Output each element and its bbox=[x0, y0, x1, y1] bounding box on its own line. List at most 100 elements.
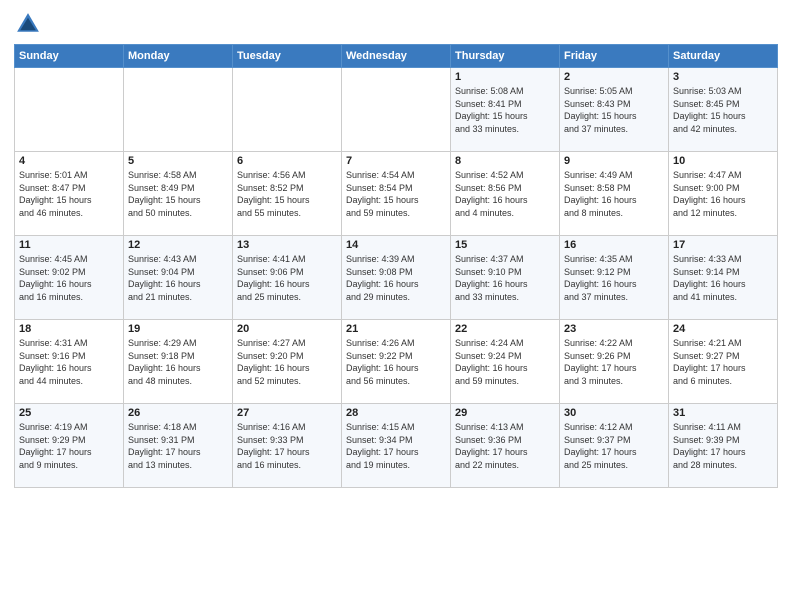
day-number: 19 bbox=[128, 323, 228, 335]
day-number: 7 bbox=[346, 155, 446, 167]
day-info: Sunrise: 4:45 AM Sunset: 9:02 PM Dayligh… bbox=[19, 253, 119, 303]
day-cell bbox=[124, 68, 233, 152]
day-cell: 7 Sunrise: 4:54 AM Sunset: 8:54 PM Daylig… bbox=[342, 152, 451, 236]
day-number: 15 bbox=[455, 239, 555, 251]
day-number: 30 bbox=[564, 407, 664, 419]
day-info: Sunrise: 4:49 AM Sunset: 8:58 PM Dayligh… bbox=[564, 169, 664, 219]
day-cell: 31Sunrise: 4:11 AM Sunset: 9:39 PM Dayli… bbox=[669, 404, 778, 488]
day-cell: 8 Sunrise: 4:52 AM Sunset: 8:56 PM Daylig… bbox=[451, 152, 560, 236]
day-info: Sunrise: 4:27 AM Sunset: 9:20 PM Dayligh… bbox=[237, 337, 337, 387]
day-cell: 18 Sunrise: 4:31 AM Sunset: 9:16 PM Dayli… bbox=[15, 320, 124, 404]
day-info: Sunrise: 4:35 AM Sunset: 9:12 PM Dayligh… bbox=[564, 253, 664, 303]
week-row-5: 25Sunrise: 4:19 AM Sunset: 9:29 PM Dayli… bbox=[15, 404, 778, 488]
day-info: Sunrise: 4:16 AM Sunset: 9:33 PM Dayligh… bbox=[237, 421, 337, 471]
week-row-3: 11 Sunrise: 4:45 AM Sunset: 9:02 PM Dayli… bbox=[15, 236, 778, 320]
day-cell: 5Sunrise: 4:58 AM Sunset: 8:49 PM Daylig… bbox=[124, 152, 233, 236]
day-cell: 25Sunrise: 4:19 AM Sunset: 9:29 PM Dayli… bbox=[15, 404, 124, 488]
day-number: 11 bbox=[19, 239, 119, 251]
day-info: Sunrise: 4:37 AM Sunset: 9:10 PM Dayligh… bbox=[455, 253, 555, 303]
day-number: 3 bbox=[673, 71, 773, 83]
day-number: 14 bbox=[346, 239, 446, 251]
day-cell: 12Sunrise: 4:43 AM Sunset: 9:04 PM Dayli… bbox=[124, 236, 233, 320]
day-info: Sunrise: 4:41 AM Sunset: 9:06 PM Dayligh… bbox=[237, 253, 337, 303]
day-info: Sunrise: 4:12 AM Sunset: 9:37 PM Dayligh… bbox=[564, 421, 664, 471]
week-row-4: 18 Sunrise: 4:31 AM Sunset: 9:16 PM Dayli… bbox=[15, 320, 778, 404]
weekday-header-sunday: Sunday bbox=[15, 45, 124, 68]
page: SundayMondayTuesdayWednesdayThursdayFrid… bbox=[0, 0, 792, 612]
day-number: 22 bbox=[455, 323, 555, 335]
weekday-header-tuesday: Tuesday bbox=[233, 45, 342, 68]
day-cell: 10 Sunrise: 4:47 AM Sunset: 9:00 PM Dayli… bbox=[669, 152, 778, 236]
day-number: 27 bbox=[237, 407, 337, 419]
day-info: Sunrise: 4:15 AM Sunset: 9:34 PM Dayligh… bbox=[346, 421, 446, 471]
day-number: 23 bbox=[564, 323, 664, 335]
day-number: 8 bbox=[455, 155, 555, 167]
day-info: Sunrise: 4:22 AM Sunset: 9:26 PM Dayligh… bbox=[564, 337, 664, 387]
day-number: 6 bbox=[237, 155, 337, 167]
day-info: Sunrise: 4:54 AM Sunset: 8:54 PM Dayligh… bbox=[346, 169, 446, 219]
day-cell: 29 Sunrise: 4:13 AM Sunset: 9:36 PM Dayli… bbox=[451, 404, 560, 488]
day-cell: 23 Sunrise: 4:22 AM Sunset: 9:26 PM Dayli… bbox=[560, 320, 669, 404]
day-info: Sunrise: 4:47 AM Sunset: 9:00 PM Dayligh… bbox=[673, 169, 773, 219]
day-number: 16 bbox=[564, 239, 664, 251]
day-info: Sunrise: 5:05 AM Sunset: 8:43 PM Dayligh… bbox=[564, 85, 664, 135]
day-number: 18 bbox=[19, 323, 119, 335]
day-info: Sunrise: 4:13 AM Sunset: 9:36 PM Dayligh… bbox=[455, 421, 555, 471]
logo-icon bbox=[14, 10, 42, 38]
day-cell: 21 Sunrise: 4:26 AM Sunset: 9:22 PM Dayli… bbox=[342, 320, 451, 404]
day-cell: 6 Sunrise: 4:56 AM Sunset: 8:52 PM Daylig… bbox=[233, 152, 342, 236]
day-number: 4 bbox=[19, 155, 119, 167]
day-number: 5 bbox=[128, 155, 228, 167]
calendar-table: SundayMondayTuesdayWednesdayThursdayFrid… bbox=[14, 44, 778, 488]
day-cell: 3 Sunrise: 5:03 AM Sunset: 8:45 PM Daylig… bbox=[669, 68, 778, 152]
day-number: 12 bbox=[128, 239, 228, 251]
day-cell: 24 Sunrise: 4:21 AM Sunset: 9:27 PM Dayli… bbox=[669, 320, 778, 404]
day-number: 1 bbox=[455, 71, 555, 83]
day-info: Sunrise: 4:18 AM Sunset: 9:31 PM Dayligh… bbox=[128, 421, 228, 471]
day-info: Sunrise: 5:01 AM Sunset: 8:47 PM Dayligh… bbox=[19, 169, 119, 219]
day-cell: 2 Sunrise: 5:05 AM Sunset: 8:43 PM Daylig… bbox=[560, 68, 669, 152]
day-cell: 27 Sunrise: 4:16 AM Sunset: 9:33 PM Dayli… bbox=[233, 404, 342, 488]
day-info: Sunrise: 4:29 AM Sunset: 9:18 PM Dayligh… bbox=[128, 337, 228, 387]
day-cell bbox=[15, 68, 124, 152]
day-cell: 9 Sunrise: 4:49 AM Sunset: 8:58 PM Daylig… bbox=[560, 152, 669, 236]
day-cell: 4 Sunrise: 5:01 AM Sunset: 8:47 PM Daylig… bbox=[15, 152, 124, 236]
day-cell: 17Sunrise: 4:33 AM Sunset: 9:14 PM Dayli… bbox=[669, 236, 778, 320]
weekday-header-wednesday: Wednesday bbox=[342, 45, 451, 68]
day-info: Sunrise: 5:08 AM Sunset: 8:41 PM Dayligh… bbox=[455, 85, 555, 135]
day-cell: 26 Sunrise: 4:18 AM Sunset: 9:31 PM Dayli… bbox=[124, 404, 233, 488]
header bbox=[14, 10, 778, 38]
day-info: Sunrise: 4:21 AM Sunset: 9:27 PM Dayligh… bbox=[673, 337, 773, 387]
day-cell: 16 Sunrise: 4:35 AM Sunset: 9:12 PM Dayli… bbox=[560, 236, 669, 320]
day-info: Sunrise: 4:24 AM Sunset: 9:24 PM Dayligh… bbox=[455, 337, 555, 387]
day-cell: 28 Sunrise: 4:15 AM Sunset: 9:34 PM Dayli… bbox=[342, 404, 451, 488]
day-cell: 22 Sunrise: 4:24 AM Sunset: 9:24 PM Dayli… bbox=[451, 320, 560, 404]
day-number: 21 bbox=[346, 323, 446, 335]
day-info: Sunrise: 5:03 AM Sunset: 8:45 PM Dayligh… bbox=[673, 85, 773, 135]
day-info: Sunrise: 4:33 AM Sunset: 9:14 PM Dayligh… bbox=[673, 253, 773, 303]
day-info: Sunrise: 4:52 AM Sunset: 8:56 PM Dayligh… bbox=[455, 169, 555, 219]
day-number: 2 bbox=[564, 71, 664, 83]
day-info: Sunrise: 4:31 AM Sunset: 9:16 PM Dayligh… bbox=[19, 337, 119, 387]
day-number: 24 bbox=[673, 323, 773, 335]
logo bbox=[14, 10, 46, 38]
week-row-2: 4 Sunrise: 5:01 AM Sunset: 8:47 PM Daylig… bbox=[15, 152, 778, 236]
day-cell bbox=[342, 68, 451, 152]
day-info: Sunrise: 4:56 AM Sunset: 8:52 PM Dayligh… bbox=[237, 169, 337, 219]
day-cell bbox=[233, 68, 342, 152]
day-info: Sunrise: 4:39 AM Sunset: 9:08 PM Dayligh… bbox=[346, 253, 446, 303]
day-cell: 11 Sunrise: 4:45 AM Sunset: 9:02 PM Dayli… bbox=[15, 236, 124, 320]
day-cell: 13 Sunrise: 4:41 AM Sunset: 9:06 PM Dayli… bbox=[233, 236, 342, 320]
week-row-1: 1 Sunrise: 5:08 AM Sunset: 8:41 PM Daylig… bbox=[15, 68, 778, 152]
day-number: 31 bbox=[673, 407, 773, 419]
day-cell: 20 Sunrise: 4:27 AM Sunset: 9:20 PM Dayli… bbox=[233, 320, 342, 404]
day-number: 13 bbox=[237, 239, 337, 251]
day-number: 26 bbox=[128, 407, 228, 419]
day-number: 10 bbox=[673, 155, 773, 167]
day-number: 28 bbox=[346, 407, 446, 419]
day-number: 29 bbox=[455, 407, 555, 419]
day-cell: 1 Sunrise: 5:08 AM Sunset: 8:41 PM Daylig… bbox=[451, 68, 560, 152]
day-info: Sunrise: 4:26 AM Sunset: 9:22 PM Dayligh… bbox=[346, 337, 446, 387]
day-number: 20 bbox=[237, 323, 337, 335]
day-number: 9 bbox=[564, 155, 664, 167]
